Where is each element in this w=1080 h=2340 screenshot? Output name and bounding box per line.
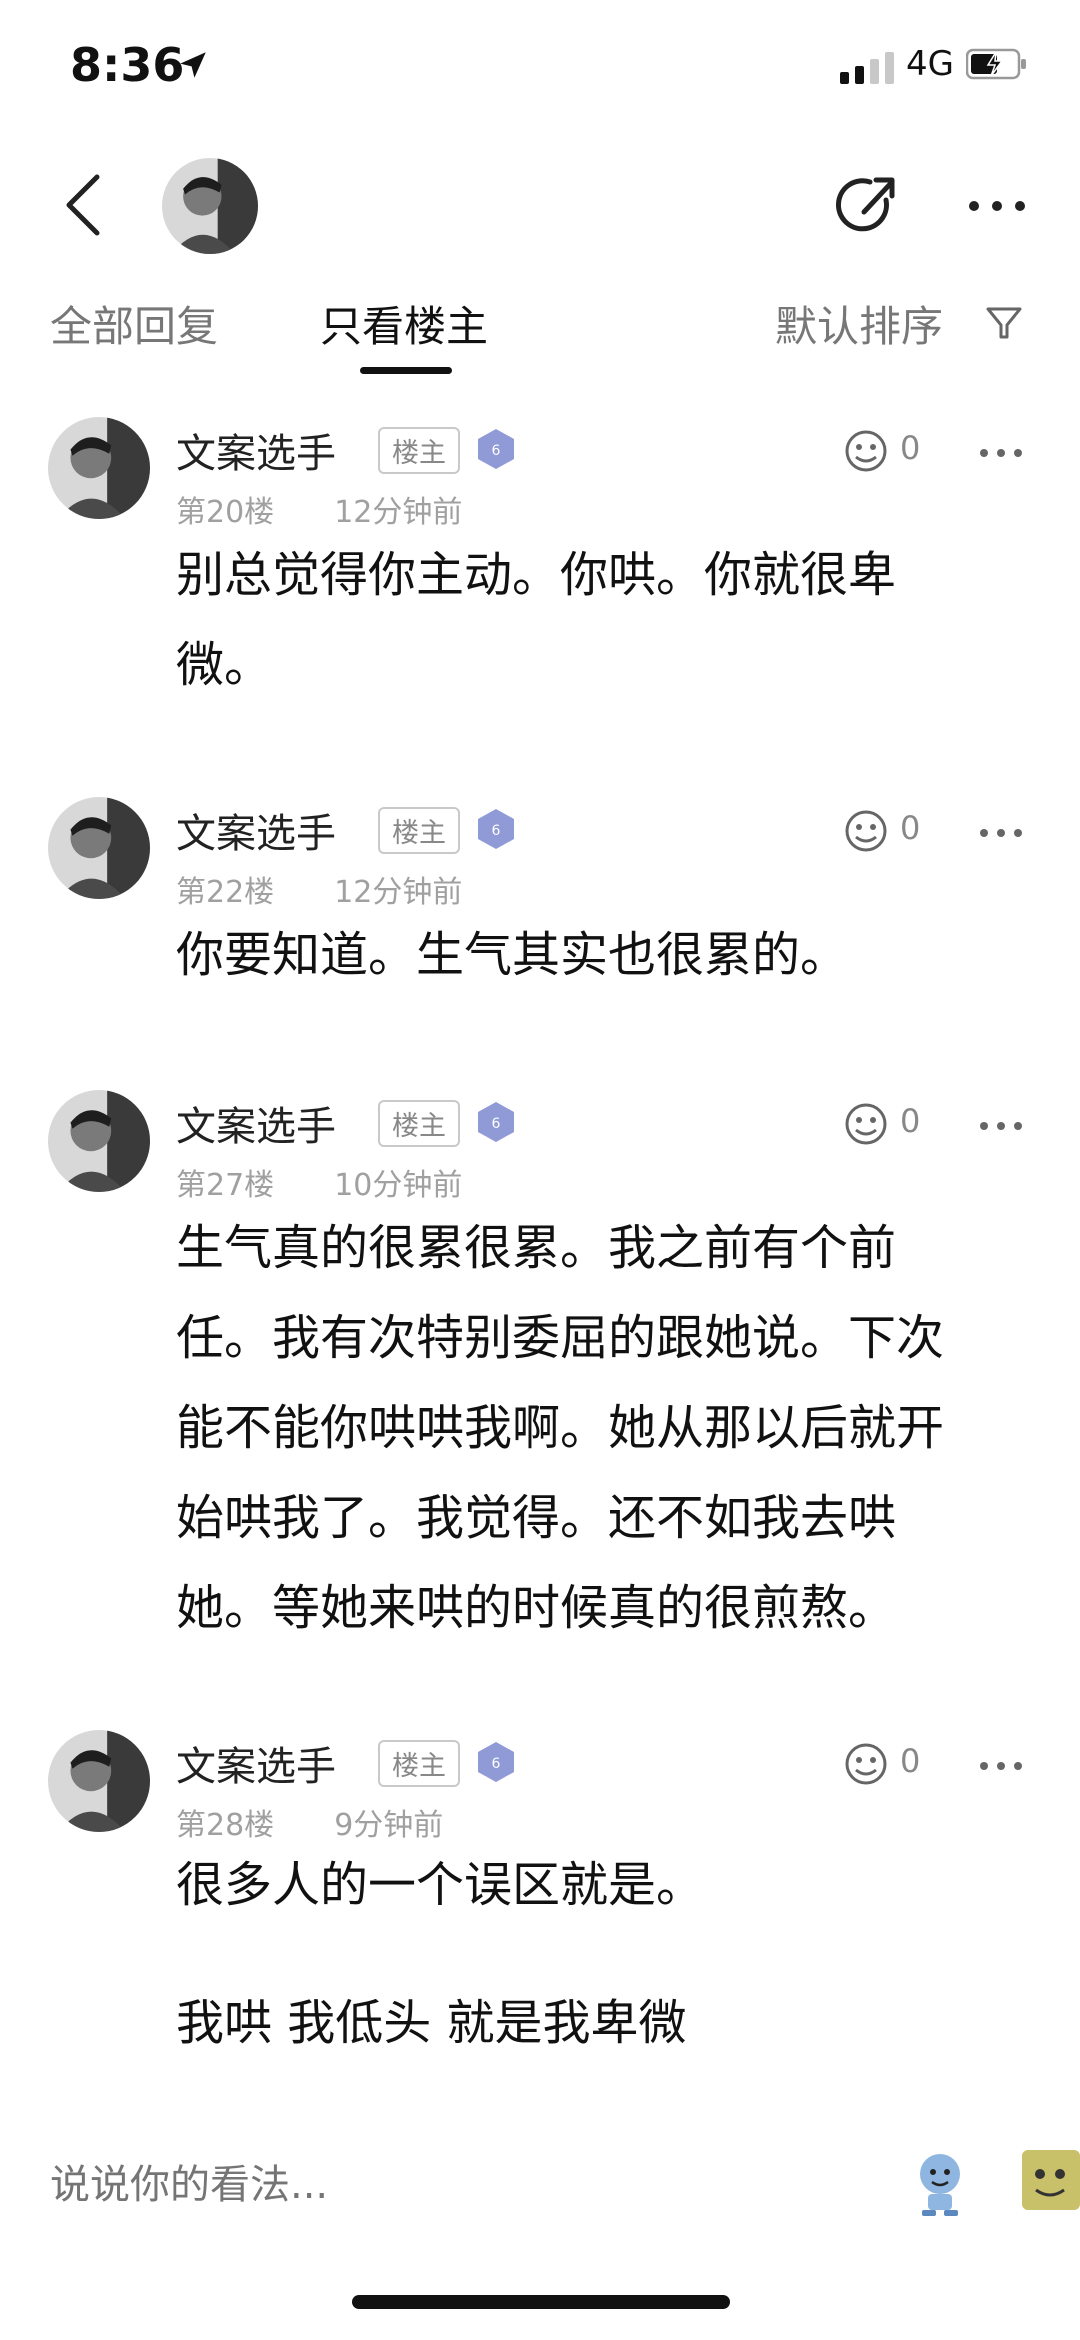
diamond-level-icon: 6: [478, 1742, 514, 1782]
diamond-level-icon: 6: [478, 809, 514, 849]
post-time: 9分钟前: [334, 1808, 444, 1843]
share-icon[interactable]: [828, 160, 908, 250]
post-time: 10分钟前: [334, 1168, 463, 1203]
status-time: 8:36: [70, 38, 185, 92]
floor-number: 第22楼: [176, 875, 275, 910]
like-icon[interactable]: [842, 1740, 890, 1788]
back-button[interactable]: [48, 160, 118, 250]
floor-number: 第20楼: [176, 495, 275, 530]
more-horizontal-icon[interactable]: [962, 176, 1032, 236]
like-count: 0: [900, 1742, 921, 1780]
op-badge: 楼主: [378, 427, 460, 474]
sticker-icon[interactable]: [1020, 2140, 1080, 2220]
svg-text:6: 6: [492, 1756, 501, 1772]
author-name[interactable]: 文案选手: [176, 421, 336, 479]
post-more-icon[interactable]: [976, 443, 1026, 463]
post-content: 生气真的很累很累。我之前有个前 任。我有次特别委屈的跟她说。下次 能不能你哄哄我…: [176, 1203, 1026, 1653]
reply-post: 文案选手 楼主 6 第22楼 12分钟前 0 你要知道。生气其实也很累的。: [0, 785, 1080, 1035]
content-line: 生气真的很累很累。我之前有个前: [176, 1220, 897, 1276]
like-count: 0: [900, 809, 921, 847]
content-line: 她。等她来哄的时候真的很煎熬。: [176, 1580, 897, 1636]
post-meta: 第22楼 12分钟前: [176, 867, 462, 911]
post-time: 12分钟前: [334, 495, 463, 530]
author-name[interactable]: 文案选手: [176, 1094, 336, 1152]
content-line: 能不能你哄哄我啊。她从那以后就开: [176, 1400, 945, 1456]
like-icon[interactable]: [842, 1100, 890, 1148]
emoji-icon[interactable]: [910, 2150, 970, 2218]
reply-bar: [0, 2110, 1080, 2340]
diamond-level-icon: 6: [478, 1102, 514, 1142]
reply-input[interactable]: [50, 2150, 870, 2220]
like-icon[interactable]: [842, 427, 890, 475]
signal-strength-icon: [840, 50, 894, 84]
floor-number: 第28楼: [176, 1808, 275, 1843]
op-badge: 楼主: [378, 807, 460, 854]
avatar[interactable]: [48, 1730, 150, 1832]
reply-post: 文案选手 楼主 6 第27楼 10分钟前 0 生气真的很累很累。我之前有个前 任。…: [0, 1078, 1080, 1658]
author-avatar[interactable]: [162, 158, 258, 254]
svg-text:6: 6: [492, 1116, 501, 1132]
status-bar: 8:36 4G: [0, 0, 1080, 140]
chevron-left-icon: [66, 174, 100, 236]
post-meta: 第27楼 10分钟前: [176, 1160, 462, 1204]
post-more-icon[interactable]: [976, 1756, 1026, 1776]
post-content: 别总觉得你主动。你哄。你就很卑 微。: [176, 530, 1026, 710]
location-arrow-icon: [180, 52, 206, 78]
post-meta: 第28楼 9分钟前: [176, 1800, 443, 1844]
reply-post: 文案选手 楼主 6 第20楼 12分钟前 0 别总觉得你主动。你哄。你就很卑 微。: [0, 405, 1080, 735]
post-meta: 第20楼 12分钟前: [176, 487, 462, 531]
like-count: 0: [900, 1102, 921, 1140]
diamond-level-icon: 6: [478, 429, 514, 469]
reply-post: 文案选手 楼主 6 第28楼 9分钟前 0 很多人的一个误区就是。 我哄 我低头 …: [0, 1718, 1080, 2078]
content-line: 我哄 我低头 就是我卑微: [176, 1995, 687, 2051]
post-more-icon[interactable]: [976, 1116, 1026, 1136]
active-tab-indicator: [360, 367, 452, 374]
content-line: 你要知道。生气其实也很累的。: [176, 927, 849, 983]
post-more-icon[interactable]: [976, 823, 1026, 843]
svg-text:6: 6: [492, 443, 501, 459]
reply-filter-tabs: 全部回复 只看楼主 默认排序: [0, 275, 1080, 385]
floor-number: 第27楼: [176, 1168, 275, 1203]
op-badge: 楼主: [378, 1740, 460, 1787]
content-line: 微。: [176, 637, 273, 693]
filter-icon[interactable]: [984, 303, 1024, 343]
content-line: 很多人的一个误区就是。: [176, 1857, 705, 1913]
author-name[interactable]: 文案选手: [176, 801, 336, 859]
like-count: 0: [900, 429, 921, 467]
sort-dropdown[interactable]: 默认排序: [775, 293, 943, 354]
svg-text:6: 6: [492, 823, 501, 839]
thread-header: [0, 140, 1080, 270]
network-type: 4G: [906, 44, 954, 84]
like-icon[interactable]: [842, 807, 890, 855]
post-time: 12分钟前: [334, 875, 463, 910]
content-line: 始哄我了。我觉得。还不如我去哄: [176, 1490, 897, 1546]
content-line: 别总觉得你主动。你哄。你就很卑: [176, 547, 897, 603]
avatar[interactable]: [48, 1090, 150, 1192]
author-name[interactable]: 文案选手: [176, 1734, 336, 1792]
post-content: 你要知道。生气其实也很累的。: [176, 910, 1026, 1000]
battery-charging-icon: [966, 48, 1026, 80]
tab-op-only[interactable]: 只看楼主: [320, 293, 488, 354]
post-content: 很多人的一个误区就是。 我哄 我低头 就是我卑微: [176, 1840, 1026, 2068]
op-badge: 楼主: [378, 1100, 460, 1147]
tab-all-replies[interactable]: 全部回复: [50, 293, 218, 354]
home-indicator[interactable]: [352, 2295, 730, 2309]
content-line: 任。我有次特别委屈的跟她说。下次: [176, 1310, 945, 1366]
avatar[interactable]: [48, 797, 150, 899]
avatar[interactable]: [48, 417, 150, 519]
